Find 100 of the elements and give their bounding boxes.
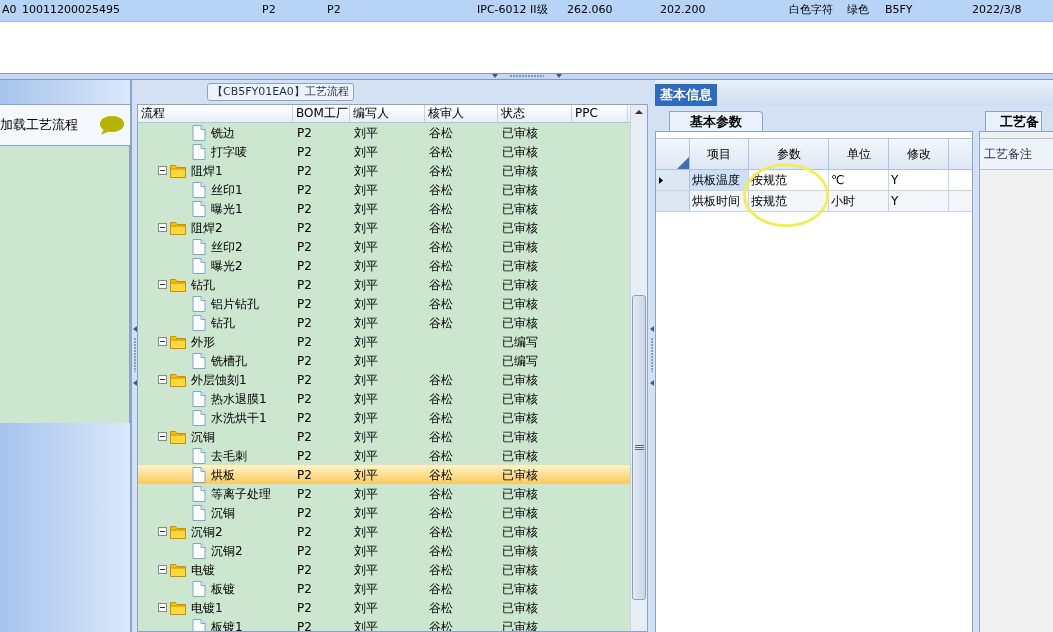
table-cell-text: 谷松 (429, 143, 453, 161)
table-cell: Y (889, 170, 949, 190)
tree-row[interactable]: 铝片钻孔 P2 刘平 谷松 已审核 (138, 294, 630, 313)
document-icon (192, 352, 206, 369)
column-header[interactable]: 参数 (749, 139, 829, 169)
column-header[interactable]: 流程 (138, 105, 293, 122)
tree-row[interactable]: 曝光1 P2 刘平 谷松 已审核 (138, 199, 630, 218)
table-row[interactable]: A0 10011200025495 P2 P2 IPC-6012 II级 262.060 202.200 白色字符 绿色 B5FY 2022/3/8 (0, 0, 1053, 22)
tree-row[interactable]: 沉铜 P2 刘平 谷松 已审核 (138, 503, 630, 522)
row-header[interactable] (656, 170, 690, 190)
field-label: 工艺备注 (984, 146, 1032, 163)
table-cell-text: 谷松 (429, 523, 453, 541)
collapse-icon[interactable] (158, 166, 167, 175)
table-cell-text: 刘平 (354, 352, 378, 370)
tree-row[interactable]: 沉铜 P2 刘平 谷松 已审核 (138, 427, 630, 446)
tree-row[interactable]: 烘板 P2 刘平 谷松 已审核 (138, 465, 630, 484)
tree-row[interactable]: 沉铜2 P2 刘平 谷松 已审核 (138, 522, 630, 541)
grid-row[interactable]: 烘板时间 按规范 小时 Y (656, 191, 972, 212)
document-icon (192, 447, 206, 464)
tree-label: 丝印1 (211, 181, 243, 199)
tree-row[interactable]: 铣边 P2 刘平 谷松 已审核 (138, 123, 630, 142)
table-cell-text: 已审核 (502, 200, 538, 218)
table-cell-text: 已审核 (502, 276, 538, 294)
tree-row[interactable]: 沉铜2 P2 刘平 谷松 已审核 (138, 541, 630, 560)
table-cell-text: B5FY (884, 2, 914, 19)
table-cell-text: 已审核 (502, 219, 538, 237)
tab[interactable]: 基本信息 (655, 84, 717, 106)
table-cell-text: A0 (1, 2, 18, 19)
folder-icon (170, 429, 186, 444)
table-cell-text: 谷松 (429, 466, 453, 484)
splitter-handle-icon[interactable] (649, 326, 654, 386)
table-cell: ℃ (829, 170, 889, 190)
tree-row[interactable]: 去毛刺 P2 刘平 谷松 已审核 (138, 446, 630, 465)
tree-row[interactable]: 外形 P2 刘平 已编写 (138, 332, 630, 351)
tree-row[interactable]: 外层蚀刻1 P2 刘平 谷松 已审核 (138, 370, 630, 389)
table-cell-text: 202.200 (659, 2, 707, 19)
column-header[interactable]: 修改 (889, 139, 949, 169)
tree-row[interactable]: 水洗烘干1 P2 刘平 谷松 已审核 (138, 408, 630, 427)
table-cell-text: 已审核 (502, 599, 538, 617)
tree-row[interactable]: 阻焊2 P2 刘平 谷松 已审核 (138, 218, 630, 237)
collapse-icon[interactable] (158, 337, 167, 346)
tree-label: 钻孔 (191, 276, 215, 294)
tree-row[interactable]: 钻孔 P2 刘平 谷松 已审核 (138, 275, 630, 294)
column-header[interactable]: 单位 (829, 139, 889, 169)
grid-row[interactable]: 烘板温度 按规范 ℃ Y (656, 170, 972, 191)
table-cell-text: 已审核 (502, 466, 538, 484)
tree-label: 外层蚀刻1 (191, 371, 247, 389)
tree-row[interactable]: 热水退膜1 P2 刘平 谷松 已审核 (138, 389, 630, 408)
document-icon (192, 618, 206, 631)
collapse-icon[interactable] (158, 375, 167, 384)
speech-bubble-icon (99, 114, 124, 136)
folder-icon (170, 163, 186, 178)
column-header[interactable]: 核审人 (425, 105, 498, 122)
tree-row[interactable]: 阻焊1 P2 刘平 谷松 已审核 (138, 161, 630, 180)
column-header[interactable]: 状态 (498, 105, 572, 122)
table-cell-text: 刘平 (354, 390, 378, 408)
table-cell-text: 谷松 (429, 162, 453, 180)
column-header[interactable]: BOM工厂 (293, 105, 350, 122)
table-cell-text: 谷松 (429, 181, 453, 199)
column-header[interactable]: 项目 (690, 139, 749, 169)
folder-icon (170, 334, 186, 349)
table-cell-text: 谷松 (429, 390, 453, 408)
table-cell-text: 谷松 (429, 371, 453, 389)
tree-row[interactable]: 电镀1 P2 刘平 谷松 已审核 (138, 598, 630, 617)
tree-row[interactable]: 打字唛 P2 刘平 谷松 已审核 (138, 142, 630, 161)
tree-row[interactable]: 板镀 P2 刘平 谷松 已审核 (138, 579, 630, 598)
table-cell-text: 刘平 (354, 466, 378, 484)
splitter-handle-icon[interactable] (132, 326, 137, 386)
tab[interactable]: 工艺备 (985, 111, 1042, 131)
column-header[interactable]: PPC (572, 105, 628, 122)
collapse-icon[interactable] (158, 223, 167, 232)
scrollbar[interactable] (630, 105, 647, 631)
tree-row[interactable]: 曝光2 P2 刘平 谷松 已审核 (138, 256, 630, 275)
table-cell-text: P2 (297, 257, 312, 275)
table-cell-text: 谷松 (429, 428, 453, 446)
tree-row[interactable]: 钻孔 P2 刘平 谷松 已审核 (138, 313, 630, 332)
table-cell-text: 绿色 (846, 2, 870, 19)
collapse-icon[interactable] (158, 527, 167, 536)
tree-row[interactable]: 丝印2 P2 刘平 谷松 已审核 (138, 237, 630, 256)
tree-label: 水洗烘干1 (211, 409, 267, 427)
collapse-icon[interactable] (158, 280, 167, 289)
column-header[interactable]: 编写人 (350, 105, 425, 122)
table-cell-text: 2022/3/8 (971, 2, 1023, 19)
tree-row[interactable]: 电镀 P2 刘平 谷松 已审核 (138, 560, 630, 579)
collapse-icon[interactable] (158, 432, 167, 441)
tree-row[interactable]: 等离子处理 P2 刘平 谷松 已审核 (138, 484, 630, 503)
scroll-thumb[interactable] (632, 295, 646, 600)
collapse-icon[interactable] (158, 565, 167, 574)
tree-label: 板镀 (211, 580, 235, 598)
table-cell-text: 刘平 (354, 314, 378, 332)
document-icon (192, 238, 206, 255)
tree-row[interactable]: 丝印1 P2 刘平 谷松 已审核 (138, 180, 630, 199)
tab[interactable]: 基本参数 (669, 111, 763, 131)
table-cell-text: 刘平 (354, 371, 378, 389)
collapse-icon[interactable] (158, 603, 167, 612)
tree-row[interactable]: 铣槽孔 P2 刘平 已编写 (138, 351, 630, 370)
table-cell-text: P2 (297, 542, 312, 560)
table-cell-text: 白色字符 (788, 2, 834, 19)
splitter-handle-icon[interactable] (491, 74, 562, 79)
table-cell-text: 刘平 (354, 523, 378, 541)
